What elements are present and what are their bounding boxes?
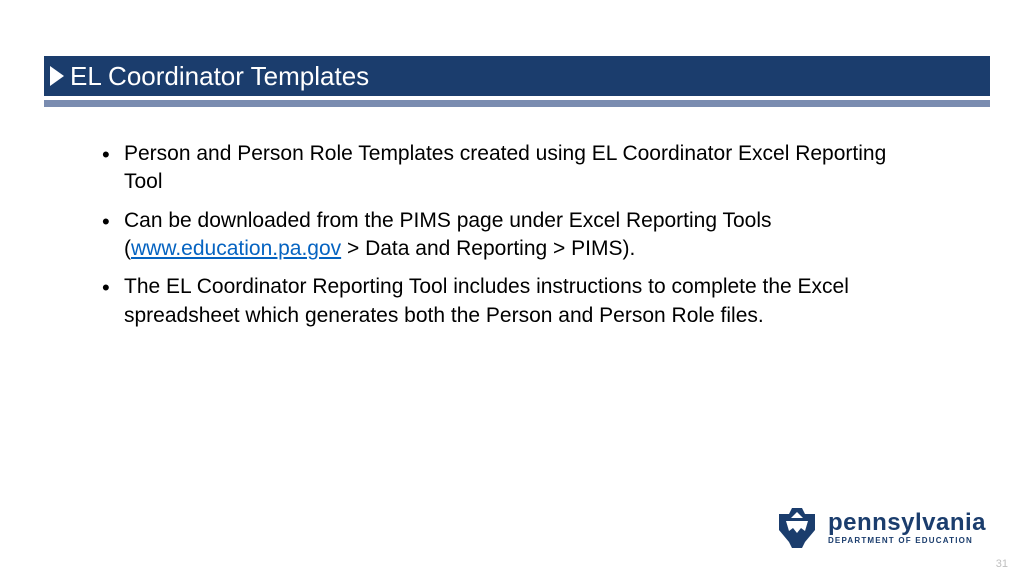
bullet-text: The EL Coordinator Reporting Tool includ… <box>124 275 849 326</box>
title-bar: EL Coordinator Templates <box>44 56 990 96</box>
logo-state: pennsylvania <box>828 511 986 535</box>
list-item: Can be downloaded from the PIMS page und… <box>96 207 904 264</box>
triangle-icon <box>50 66 64 86</box>
title-underline <box>44 100 990 107</box>
bullet-text: Person and Person Role Templates created… <box>124 142 886 193</box>
slide-title: EL Coordinator Templates <box>70 61 369 92</box>
keystone-icon <box>776 508 818 548</box>
list-item: The EL Coordinator Reporting Tool includ… <box>96 273 904 330</box>
page-number: 31 <box>996 558 1008 570</box>
slide: EL Coordinator Templates Person and Pers… <box>0 0 1024 576</box>
bullet-list: Person and Person Role Templates created… <box>96 140 904 330</box>
logo-dept: DEPARTMENT OF EDUCATION <box>828 537 986 545</box>
content-area: Person and Person Role Templates created… <box>96 140 904 340</box>
footer-logo: pennsylvania DEPARTMENT OF EDUCATION <box>776 508 986 548</box>
bullet-text-post: > Data and Reporting > PIMS). <box>341 237 635 260</box>
education-link[interactable]: www.education.pa.gov <box>131 237 341 260</box>
logo-text: pennsylvania DEPARTMENT OF EDUCATION <box>828 511 986 545</box>
list-item: Person and Person Role Templates created… <box>96 140 904 197</box>
